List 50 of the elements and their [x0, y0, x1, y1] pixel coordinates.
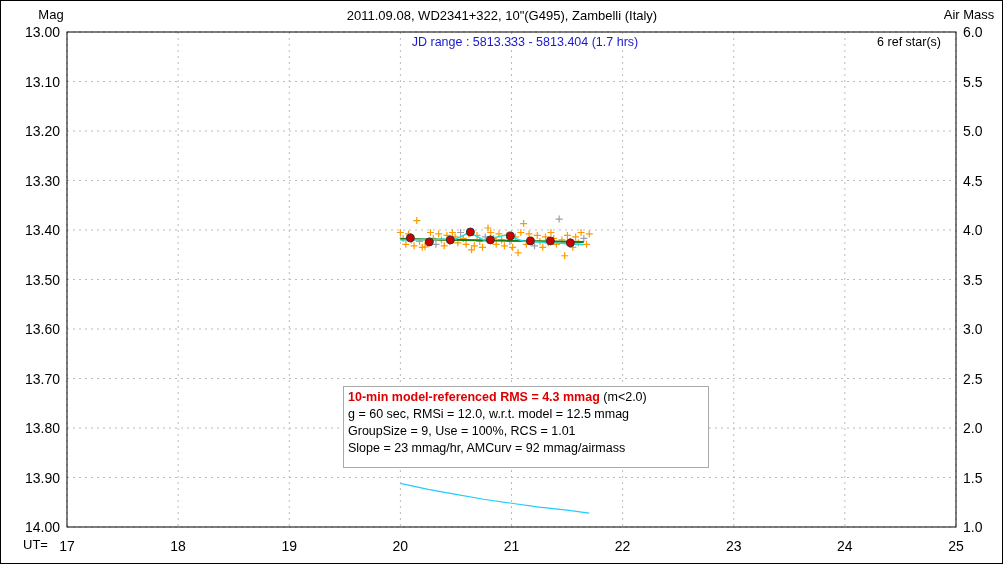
data-point	[405, 233, 415, 243]
tick-label: 2.5	[963, 370, 983, 387]
axis-label: Air Mass	[943, 7, 995, 22]
ref-star-count: 6 ref star(s)	[877, 35, 941, 49]
data-point	[424, 237, 434, 247]
tick-label: 3.5	[963, 271, 983, 288]
tick-label: 5.5	[963, 73, 983, 90]
tick-label: 13.00	[24, 24, 60, 40]
tick-label: 6.0	[963, 24, 983, 40]
tick-label: 3.0	[963, 321, 983, 337]
tick-label: 13.90	[24, 469, 60, 486]
data-point	[545, 236, 555, 246]
stats-line: GroupSize = 9, Use = 100%, RCS = 1.01	[348, 423, 577, 440]
axis-label: Mag	[38, 7, 64, 22]
tick-label: 21	[503, 538, 520, 554]
tick-label: 1.5	[963, 469, 983, 486]
tick-label: 5.0	[963, 123, 983, 139]
tick-label: 4.0	[963, 222, 983, 238]
tick-label: 25	[948, 538, 964, 554]
tick-label: 23	[725, 538, 742, 554]
tick-label: 2.0	[963, 420, 983, 436]
tick-label: 13.10	[24, 73, 60, 90]
tick-label: 19	[281, 538, 298, 554]
data-point	[525, 236, 535, 246]
data-point	[465, 227, 475, 237]
axis-label: UT=	[23, 537, 48, 552]
tick-label: 14.00	[24, 519, 60, 535]
stats-headline: 10-min model-referenced RMS = 4.3 mmag (m<2.0)	[348, 389, 648, 406]
tick-label: 13.20	[24, 123, 60, 139]
tick-label: 20	[392, 538, 409, 554]
chart-title: 2011.09.08, WD2341+322, 10"(G495), Zambelli (Italy)	[346, 8, 658, 23]
jd-range: JD range : 5813.333 - 5813.404 (1.7 hrs)	[411, 35, 639, 49]
stats-line: g = 60 sec, RMSi = 12.0, w.r.t. model = 12.5 mmag	[348, 406, 631, 423]
tick-label: 13.50	[24, 271, 60, 288]
data-point	[485, 235, 495, 245]
data-point	[565, 238, 575, 248]
stats-line: Slope = 23 mmag/hr, AMCurv = 92 mmag/airmass	[348, 440, 627, 457]
tick-label: 4.5	[963, 172, 983, 189]
tick-label: 13.40	[24, 222, 60, 238]
tick-label: 13.70	[24, 370, 60, 387]
data-point	[505, 231, 515, 241]
tick-label: 22	[614, 538, 631, 554]
tick-label: 17	[59, 538, 75, 554]
tick-label: 13.30	[24, 172, 60, 189]
tick-label: 24	[837, 538, 853, 554]
tick-label: 13.80	[24, 420, 60, 436]
tick-label: 13.60	[24, 321, 60, 337]
tick-label: 18	[170, 538, 186, 554]
data-point	[445, 235, 455, 245]
tick-label: 1.0	[963, 519, 983, 535]
